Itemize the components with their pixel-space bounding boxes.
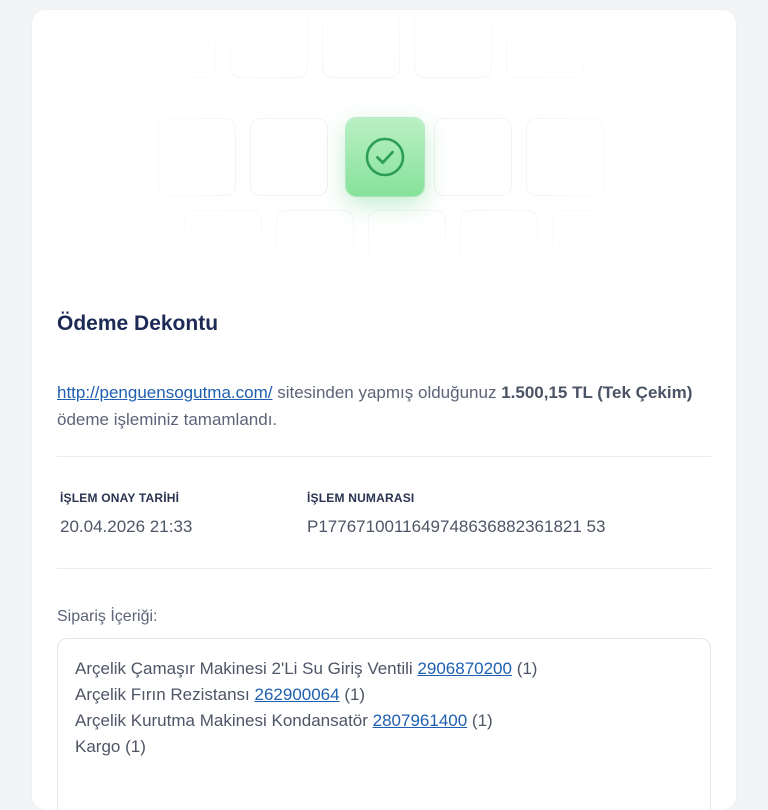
order-item-list: Arçelik Çamaşır Makinesi 2'Li Su Giriş V… bbox=[75, 656, 537, 760]
decor-tile bbox=[322, 10, 400, 78]
order-item: Arçelik Çamaşır Makinesi 2'Li Su Giriş V… bbox=[75, 656, 537, 682]
order-item-code-link[interactable]: 262900064 bbox=[255, 685, 340, 704]
decor-tile bbox=[506, 10, 584, 78]
order-item: Kargo (1) bbox=[75, 734, 537, 760]
decor-tile bbox=[276, 210, 354, 288]
divider bbox=[57, 456, 711, 457]
decor-tile bbox=[526, 118, 604, 196]
summary-text-after: ödeme işleminiz tamamlandı. bbox=[57, 410, 278, 429]
approval-date-label: İŞLEM ONAY TARİHİ bbox=[60, 491, 180, 505]
order-item-name: Arçelik Çamaşır Makinesi 2'Li Su Giriş V… bbox=[75, 659, 418, 678]
order-item-name: Arçelik Kurutma Makinesi Kondansatör bbox=[75, 711, 373, 730]
order-item-qty: (1) bbox=[339, 685, 366, 704]
transaction-number-value: P1776710011649748636882361821 53 bbox=[307, 517, 606, 536]
order-item-code-link[interactable]: 2807961400 bbox=[373, 711, 468, 730]
decor-tile bbox=[138, 10, 216, 78]
page-title: Ödeme Dekontu bbox=[57, 312, 219, 335]
divider bbox=[57, 568, 711, 569]
decor-tile bbox=[434, 118, 512, 196]
approval-date-value: 20.04.2026 21:33 bbox=[60, 517, 193, 536]
payment-amount: 1.500,15 TL (Tek Çekim) bbox=[501, 383, 693, 402]
hero-illustration bbox=[32, 10, 736, 290]
success-badge bbox=[346, 118, 424, 196]
decor-tile bbox=[460, 210, 538, 288]
order-item-qty: (1) bbox=[511, 659, 538, 678]
order-item-name: Arçelik Fırın Rezistansı bbox=[75, 685, 255, 704]
decor-tile bbox=[368, 210, 446, 288]
transaction-number-label: İŞLEM NUMARASI bbox=[307, 491, 415, 505]
decor-tile bbox=[158, 118, 236, 196]
order-item-name: Kargo (1) bbox=[75, 737, 146, 756]
order-content-label: Sipariş İçeriği: bbox=[57, 608, 158, 625]
order-item: Arçelik Kurutma Makinesi Kondansatör 280… bbox=[75, 708, 537, 734]
decor-tile bbox=[250, 118, 328, 196]
order-item-qty: (1) bbox=[467, 711, 493, 730]
decor-tile bbox=[414, 10, 492, 78]
payment-summary: http://penguensogutma.com/ sitesinden ya… bbox=[57, 379, 707, 433]
merchant-site-link[interactable]: http://penguensogutma.com/ bbox=[57, 383, 272, 402]
order-item-code-link[interactable]: 2906870200 bbox=[417, 659, 512, 678]
summary-text-before: sitesinden yapmış olduğunuz bbox=[272, 383, 502, 402]
decor-tile bbox=[230, 10, 308, 78]
receipt-card: Ödeme Dekontu http://penguensogutma.com/… bbox=[32, 10, 736, 810]
check-circle-icon bbox=[365, 137, 405, 177]
order-item: Arçelik Fırın Rezistansı 262900064 (1) bbox=[75, 682, 537, 708]
decor-tile bbox=[552, 210, 630, 288]
decor-tile bbox=[184, 210, 262, 288]
order-content-box: Arçelik Çamaşır Makinesi 2'Li Su Giriş V… bbox=[57, 638, 711, 810]
